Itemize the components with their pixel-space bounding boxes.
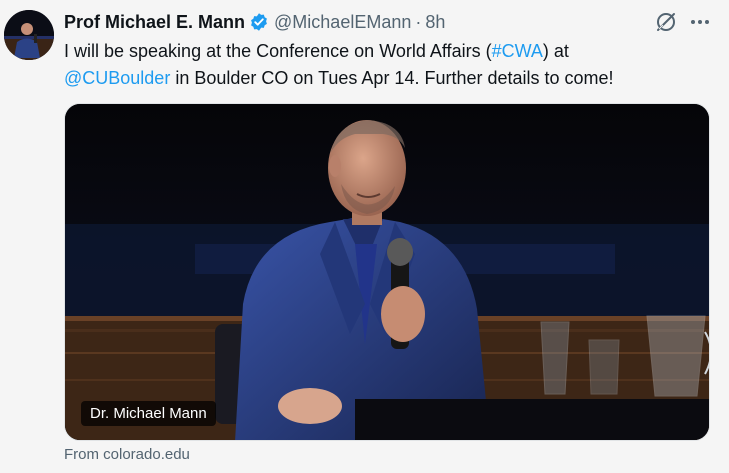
tweet-text: I will be speaking at the Conference on … [64,38,704,92]
author-handle[interactable]: @MichaelEMann [274,12,411,33]
mention-link[interactable]: @CUBoulder [64,68,170,88]
tweet-text-part3: in Boulder CO on Tues Apr 14. Further de… [170,68,614,88]
hashtag-link[interactable]: #CWA [492,41,543,61]
author-avatar[interactable] [4,10,54,60]
tweet-media-card[interactable]: Dr. Michael Mann [64,103,710,441]
grok-icon[interactable] [655,11,677,33]
avatar-image [4,10,54,60]
verified-badge-icon [249,12,269,32]
timestamp[interactable]: 8h [425,12,445,33]
speaker-photo [65,104,709,440]
tweet-text-part2: ) at [542,41,569,61]
separator-dot: · [415,11,422,32]
author-name[interactable]: Prof Michael E. Mann [64,12,245,33]
tweet[interactable]: Prof Michael E. Mann @MichaelEMann · 8h … [0,0,729,473]
media-caption: Dr. Michael Mann [81,401,216,426]
tweet-header: Prof Michael E. Mann @MichaelEMann · 8h [64,10,649,34]
card-source-link[interactable]: From colorado.edu [64,446,190,463]
tweet-text-part1: I will be speaking at the Conference on … [64,41,492,61]
more-horizontal-icon[interactable] [688,11,712,33]
